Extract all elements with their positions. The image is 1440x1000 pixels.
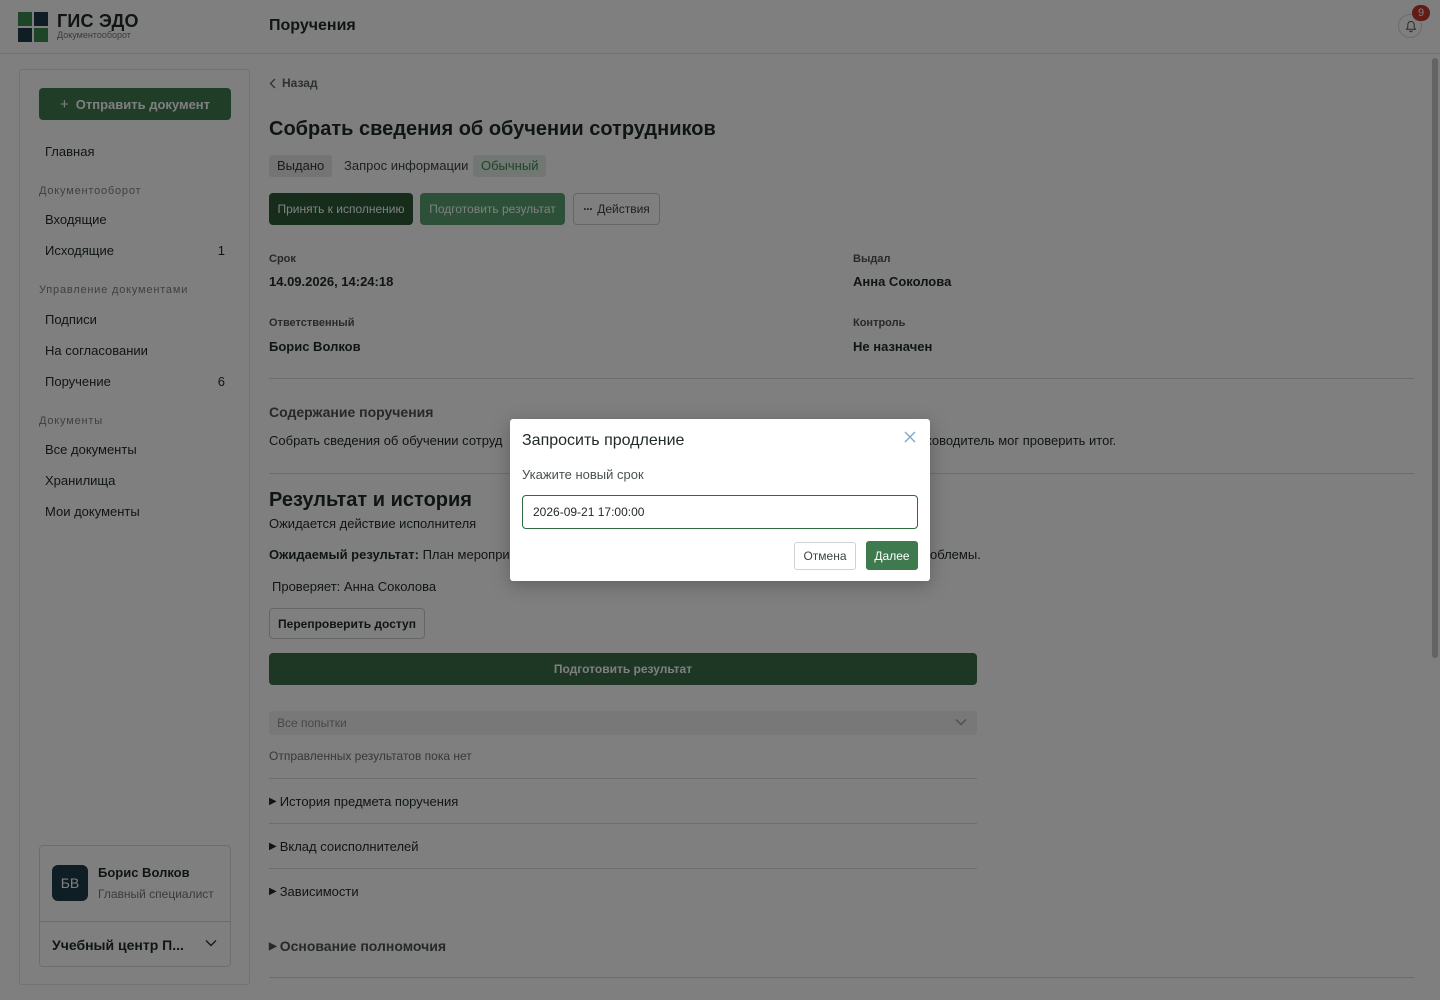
cancel-button[interactable]: Отмена (794, 542, 856, 570)
close-icon[interactable] (902, 429, 918, 445)
deadline-field-label: Укажите новый срок (522, 467, 644, 482)
extension-request-dialog: Запросить продление Укажите новый срок О… (510, 419, 930, 581)
dialog-title: Запросить продление (522, 432, 685, 449)
new-deadline-input[interactable] (522, 495, 918, 529)
next-button[interactable]: Далее (866, 541, 918, 570)
